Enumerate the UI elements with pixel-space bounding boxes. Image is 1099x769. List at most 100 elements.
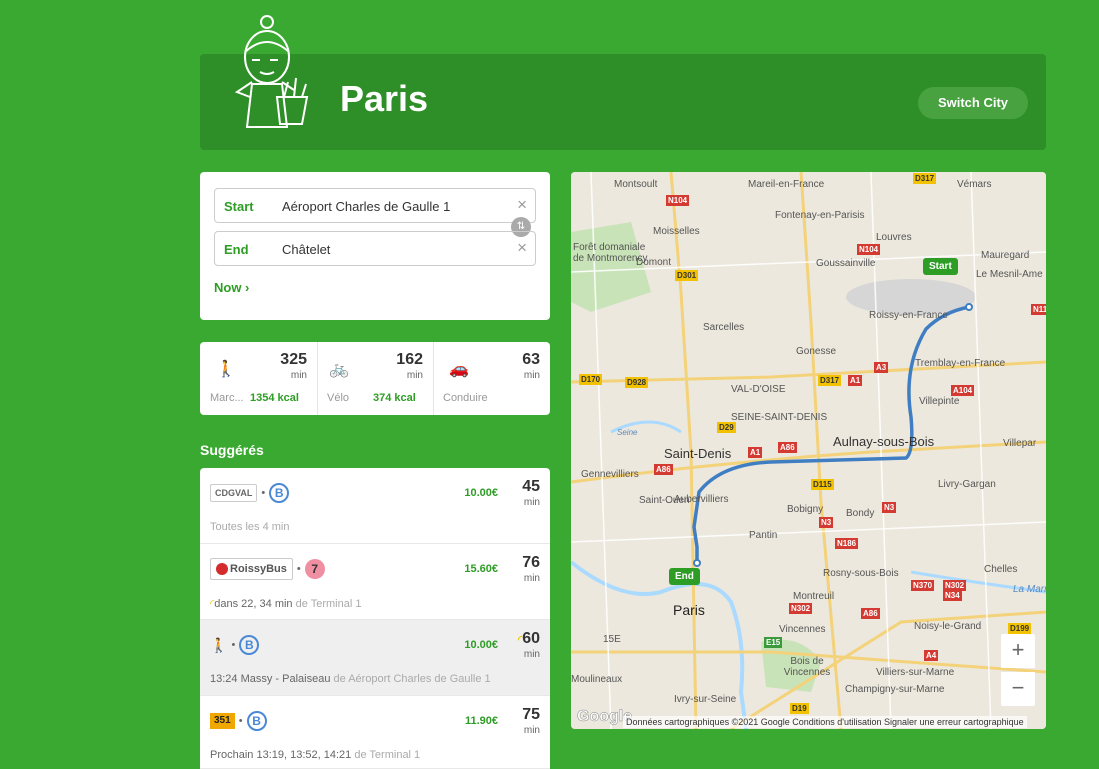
rer-b-icon: B [239,635,260,655]
map-place-label: Paris [673,602,705,618]
route-icons: RoissyBus • 7 [210,558,325,580]
route-detail: Toutes les 4 min [210,521,290,533]
route-icons: 351 • B [210,710,267,732]
map-place-label: Villepinte [919,396,960,407]
route-unit: min [523,497,540,508]
road-number-badge: N186 [835,538,859,549]
road-number-badge: A1 [748,447,763,458]
departure-time-link[interactable]: Now › [214,280,249,295]
map-place-label: Ivry-sur-Seine [674,694,737,705]
map-place-label: Montreuil [793,591,835,602]
mode-car[interactable]: 🚗 63 min Conduire [433,342,550,415]
map-place-label: Tremblay-en-France [915,358,1006,369]
map-place-label: Villepar [1003,438,1037,449]
road-number-badge: N34 [943,590,962,601]
road-number-badge: N11 [1031,304,1046,315]
end-field[interactable]: End Châtelet × [214,231,536,266]
walking-icon: 🚶 [216,361,236,378]
line-7-icon: 7 [304,559,325,579]
road-number-badge: D199 [1008,623,1032,634]
road-number-badge: N3 [819,517,834,528]
route-minutes: 75 [522,706,540,723]
switch-city-button[interactable]: Switch City [918,87,1028,119]
bus-351-icon: 351 [210,713,235,729]
route-option[interactable]: 🚶 • B 10.00€ ◜60 min 13:24 Massy - Palai… [200,620,550,696]
route-detail: ◜dans 22, 34 min de Terminal 1 [210,598,362,610]
route-unit: min [523,725,540,736]
mode-walk[interactable]: 🚶 325 min Marc... 1354 kcal [200,342,317,415]
road-number-badge: D317 [913,173,937,184]
clear-start-icon[interactable]: × [517,195,527,215]
map-place-label: Rosny-sous-Bois [823,568,899,579]
roissybus-logo: RoissyBus [210,558,293,580]
mode-bike[interactable]: 🚲 162 min Vélo 374 kcal [317,342,433,415]
map-place-label: SEINE-SAINT-DENIS [731,412,828,423]
map-place-label: Noisy-le-Grand [914,621,982,632]
start-field[interactable]: Start Aéroport Charles de Gaulle 1 × [214,188,536,223]
walk-label: Marc... [210,392,244,404]
route-minutes: 76 [522,554,540,571]
road-number-badge: A1 [848,375,863,386]
road-number-badge: D115 [811,479,834,490]
map-place-label: Aubervilliers [674,494,729,505]
road-number-badge: D317 [818,375,842,386]
route-price: 11.90€ [464,715,498,727]
end-input[interactable]: Châtelet [282,242,330,257]
route-option[interactable]: CDGVAL • B 10.00€ 45 min Toutes les 4 mi… [200,468,550,544]
walking-icon: 🚶 [210,636,228,653]
route-option[interactable]: 351 • B 11.90€ 75 min Prochain 13:19, 13… [200,696,550,769]
start-input[interactable]: Aéroport Charles de Gaulle 1 [282,199,450,214]
map-place-label: Villiers-sur-Marne [876,667,955,678]
road-number-badge: D170 [579,374,603,385]
start-pin[interactable]: Start [923,258,958,275]
map-place-label: Vémars [957,179,992,190]
travel-modes-card: 🚶 325 min Marc... 1354 kcal 🚲 162 min Vé… [200,342,550,415]
route-detail: Prochain 13:19, 13:52, 14:21 de Terminal… [210,749,421,761]
road-number-badge: D19 [790,703,809,714]
road-number-badge: A86 [654,464,673,475]
map-place-label: Domont [636,257,672,268]
map-place-label: Chelles [984,564,1018,575]
clear-end-icon[interactable]: × [517,238,527,258]
route-map[interactable]: Montsoult Mareil-en-France Vémars Fonten… [571,172,1046,729]
bike-minutes: 162 [396,351,423,368]
map-place-label: Roissy-en-France [869,310,948,321]
map-place-label: Le Mesnil-Ame [976,269,1043,280]
car-minutes: 63 [522,351,540,368]
road-number-badge: D928 [625,377,649,388]
car-icon: 🚗 [449,361,469,378]
end-label: End [224,242,249,257]
road-number-badge: A4 [924,650,939,661]
map-place-label: Gennevilliers [581,469,639,480]
route-unit: min [523,573,540,584]
route-price: 10.00€ [464,639,498,651]
zoom-in-button[interactable]: + [1001,634,1035,668]
end-pin[interactable]: End [669,568,700,585]
road-number-badge: D301 [675,270,699,281]
map-place-label: Saint-Denis [664,446,732,461]
road-number-badge: D29 [717,422,736,433]
cdgval-logo: CDGVAL [210,484,258,502]
zoom-out-button[interactable]: − [1001,672,1035,706]
map-place-label: Livry-Gargan [938,479,996,490]
road-number-badge: N302 [789,603,813,614]
map-place-label: Moulineaux [571,674,623,685]
bike-kcal: 374 kcal [373,392,416,404]
route-minutes: ◜60 [517,630,540,647]
map-place-label: Sarcelles [703,322,745,333]
map-place-label: Mauregard [981,250,1030,261]
rer-b-icon: B [269,483,290,503]
route-icons: CDGVAL • B [210,482,290,504]
road-number-badge: N3 [882,502,897,513]
route-minutes: 45 [522,478,540,495]
road-number-badge: A3 [874,362,889,373]
route-option[interactable]: RoissyBus • 7 15.60€ 76 min ◜dans 22, 34… [200,544,550,620]
map-attribution[interactable]: Données cartographiques ©2021 Google Con… [623,716,1027,728]
walk-minutes: 325 [280,351,307,368]
map-place-label: 15E [603,634,621,645]
map-place-label: Bondy [846,508,875,519]
route-detail: 13:24 Massy - Palaiseau de Aéroport Char… [210,673,491,685]
city-title: Paris [340,78,429,119]
map-place-label: Goussainville [816,258,876,269]
map-place-label: Bois de Vincennes [783,656,831,678]
